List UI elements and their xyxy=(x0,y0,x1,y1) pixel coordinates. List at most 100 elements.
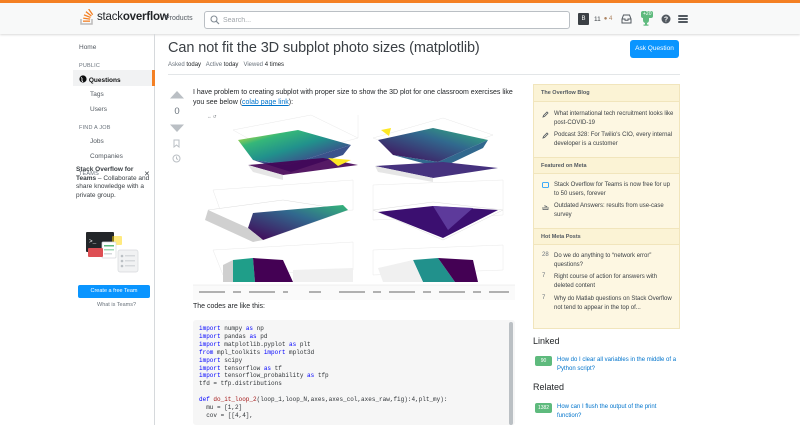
linked-question-link[interactable]: How do I clear all variables in the midd… xyxy=(557,356,679,373)
nav-users[interactable]: Users xyxy=(90,106,107,113)
site-switcher-icon[interactable] xyxy=(678,14,688,24)
code-token: pd xyxy=(260,332,268,340)
vote-count: 0 xyxy=(174,106,180,117)
pencil-icon xyxy=(542,111,549,118)
search-box[interactable] xyxy=(204,11,570,29)
code-token: as xyxy=(263,364,275,372)
stack-small-icon xyxy=(542,205,549,210)
teams-promo: Stack Overflow for Teams – Collaborate an… xyxy=(76,166,154,200)
code-token: import xyxy=(263,348,290,356)
svg-text:?: ? xyxy=(664,17,668,24)
linked-heading: Linked xyxy=(533,336,560,346)
code-token: do_it_loop_2 xyxy=(213,396,257,404)
downvote-icon[interactable] xyxy=(169,124,185,133)
hot-meta-link[interactable]: Do we do anything to “network error” que… xyxy=(554,252,676,269)
avatar: B xyxy=(578,13,589,25)
hot-meta-link[interactable]: Why do Matlab questions on Stack Overflo… xyxy=(554,295,676,312)
code-line: tfd = tfp.distributions xyxy=(199,380,509,388)
nav-section-jobs: FIND A JOB xyxy=(79,125,111,131)
code-intro-text: The codes are like this: xyxy=(193,303,265,310)
code-line: import matplotlib.pyplot as plt xyxy=(199,341,509,349)
nav-jobs[interactable]: Jobs xyxy=(90,138,104,145)
hot-meta-header: Hot Meta Posts xyxy=(534,228,679,245)
blog-post-link[interactable]: What international tech recruitment look… xyxy=(554,110,676,127)
code-token: import xyxy=(199,340,225,348)
nav-companies[interactable]: Companies xyxy=(90,153,123,160)
code-token: as xyxy=(245,325,257,332)
svg-text:↔ ↺: ↔ ↺ xyxy=(207,114,217,119)
subplot-screenshot: ↔ ↺ xyxy=(193,110,515,300)
question-title[interactable]: Can not fit the 3D subplot photo sizes (… xyxy=(168,40,480,56)
code-token: import xyxy=(199,332,225,340)
code-token: pandas xyxy=(224,332,250,340)
code-line: import tensorflow as tf xyxy=(199,365,509,373)
related-question-link[interactable]: How can I flush the output of the print … xyxy=(557,403,679,420)
code-token: matplotlib.pyplot xyxy=(224,340,290,348)
trophy-icon[interactable] xyxy=(641,17,651,26)
code-token: as xyxy=(307,372,318,380)
ask-question-button[interactable]: Ask Question xyxy=(630,40,679,58)
user-profile[interactable]: B 11 ● 4 xyxy=(578,13,612,25)
code-line: cov = [[4,4], xyxy=(199,412,509,420)
reputation-count: 11 xyxy=(594,15,601,23)
nav-home[interactable]: Home xyxy=(79,44,96,51)
nav-questions[interactable]: Questions xyxy=(79,75,121,84)
blog-post-link[interactable]: Podcast 328: For Twilio's CIO, every int… xyxy=(554,131,676,148)
code-line: from mpl_toolkits import mplot3d xyxy=(199,349,509,357)
code-token: plt xyxy=(299,340,311,348)
teams-illustration: >_ xyxy=(86,232,139,273)
create-team-button[interactable]: Create a free Team xyxy=(78,285,150,298)
featured-meta-link[interactable]: Stack Overflow for Teams is now free for… xyxy=(554,181,676,198)
code-token: numpy xyxy=(224,325,246,332)
hot-meta-count: 7 xyxy=(542,273,546,279)
code-token: import xyxy=(199,364,225,372)
nav-section-public: PUBLIC xyxy=(79,63,101,69)
stackoverflow-logo[interactable]: stackoverflow xyxy=(80,9,169,25)
featured-meta-link[interactable]: Outdated Answers: results from use-case … xyxy=(554,202,676,219)
question-meta: Asked today Active today Viewed 4 times xyxy=(168,62,285,68)
top-bar: stackoverflow Products B 11 ● 4 +20 ? xyxy=(0,0,800,34)
search-input[interactable] xyxy=(223,14,553,26)
code-block[interactable]: import numpy as np import pandas as pd imp… xyxy=(193,320,515,425)
svg-text:>_: >_ xyxy=(89,238,97,245)
what-is-teams-link[interactable]: What is Teams? xyxy=(97,302,136,308)
code-token: np xyxy=(256,325,264,332)
code-token: tfp xyxy=(317,372,329,380)
code-token: import xyxy=(199,356,225,364)
hot-meta-count: 28 xyxy=(542,252,549,258)
bookmark-icon[interactable] xyxy=(173,139,180,148)
inbox-icon[interactable] xyxy=(621,14,632,24)
code-line: import pandas as pd xyxy=(199,333,509,341)
code-line: import scipy xyxy=(199,357,509,365)
nav-tags[interactable]: Tags xyxy=(90,91,104,98)
code-token: as xyxy=(289,340,300,348)
upvote-icon[interactable] xyxy=(169,90,185,99)
products-menu[interactable]: Products xyxy=(165,15,193,22)
code-line: mu = [1,2] xyxy=(199,404,509,412)
bronze-badge-count: ● 4 xyxy=(603,16,613,22)
code-token: mplot3d xyxy=(289,348,315,356)
code-token: def xyxy=(199,396,214,404)
code-token: (loop_1,loop_N,axes,axes_col,axes_raw,fi… xyxy=(256,396,448,404)
colab-page-link[interactable]: colab page link xyxy=(242,99,289,106)
teams-promo-text: Stack Overflow for Teams – Collaborate an… xyxy=(76,166,150,199)
code-token: tensorflow_probability xyxy=(224,372,308,380)
code-token: from xyxy=(199,348,218,356)
code-line: def do_it_loop_2(loop_1,loop_N,axes,axes… xyxy=(199,396,509,404)
code-token: scipy xyxy=(224,356,243,364)
history-icon[interactable] xyxy=(172,154,181,163)
logo-text: stackoverflow xyxy=(97,11,169,23)
code-token: tensorflow xyxy=(224,364,264,372)
related-heading: Related xyxy=(533,382,565,392)
code-token: cov = [[4,4], xyxy=(199,411,254,419)
code-scrollbar[interactable] xyxy=(509,322,513,425)
score-badge: 1382 xyxy=(535,403,552,413)
blog-header: The Overflow Blog xyxy=(534,85,679,102)
pencil-icon xyxy=(542,132,549,139)
code-token: as xyxy=(249,332,261,340)
help-icon[interactable]: ? xyxy=(661,14,671,24)
hot-meta-link[interactable]: Right course of action for answers with … xyxy=(554,273,676,290)
globe-icon xyxy=(79,75,87,83)
title-divider xyxy=(168,74,680,75)
